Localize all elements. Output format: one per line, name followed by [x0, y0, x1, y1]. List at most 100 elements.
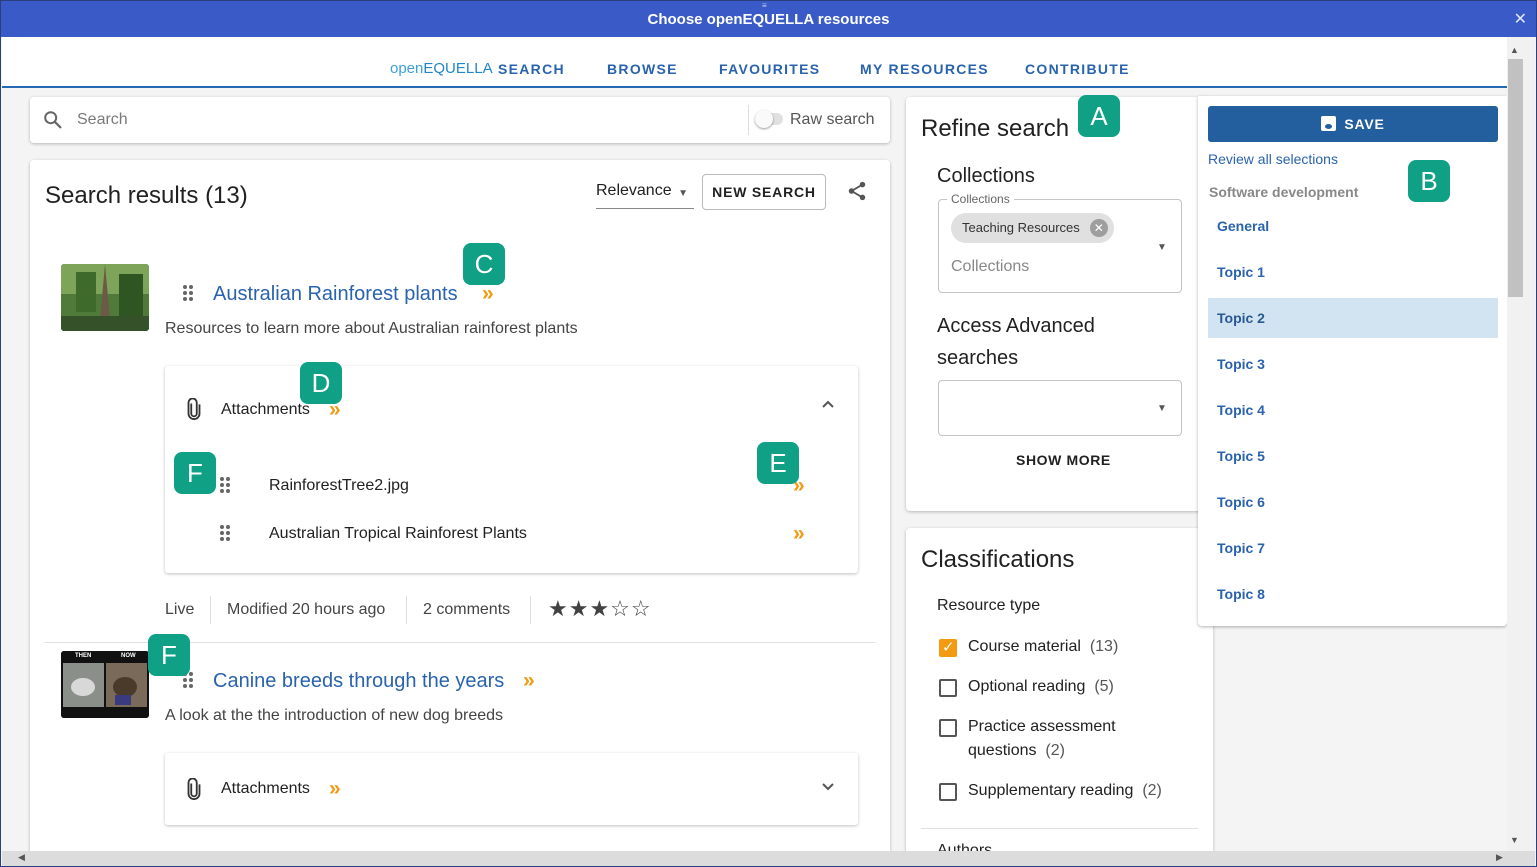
topic-item-general[interactable]: General: [1208, 206, 1498, 246]
classifications-title: Classifications: [921, 546, 1075, 573]
meta-divider: [406, 596, 407, 624]
select-item-chevron-icon[interactable]: »: [523, 669, 534, 693]
remove-chip-icon[interactable]: ✕: [1089, 219, 1108, 237]
select-attachment-chevron-icon[interactable]: »: [793, 522, 804, 546]
checkbox-label: Practice assessment: [968, 715, 1116, 739]
collections-select[interactable]: Collections Teaching Resources ✕ Collect…: [938, 192, 1182, 293]
attachments-label: Attachments: [221, 780, 310, 797]
collections-heading: Collections: [937, 165, 1035, 187]
chevron-down-icon: ▼: [678, 188, 688, 199]
nav-favourites[interactable]: FAVOURITES: [719, 61, 820, 77]
item-title-link[interactable]: Australian Rainforest plants: [213, 283, 458, 306]
search-bar: Search Raw search: [30, 97, 890, 143]
chevron-down-icon[interactable]: ▼: [1157, 403, 1167, 414]
attachments-label: Attachments: [221, 401, 310, 418]
collection-chip: Teaching Resources ✕: [951, 213, 1114, 243]
raw-search-label: Raw search: [790, 111, 875, 128]
option-count: (13): [1089, 638, 1119, 655]
attachment-link[interactable]: RainforestTree2.jpg: [269, 477, 409, 495]
topic-item-2[interactable]: Topic 2: [1208, 298, 1498, 338]
show-more-button[interactable]: SHOW MORE: [1016, 452, 1111, 468]
attachments-panel: Attachments » RainforestTree2.jpg » Aust…: [165, 366, 858, 573]
topic-item-7[interactable]: Topic 7: [1208, 528, 1498, 568]
annotation-badge-f: F: [148, 634, 190, 676]
collections-input[interactable]: Collections: [951, 258, 1029, 276]
thumbnail-text: NOW: [121, 653, 136, 659]
checkbox-supplementary-reading[interactable]: [939, 783, 957, 801]
save-button[interactable]: SAVE: [1208, 106, 1498, 142]
meta-divider: [530, 596, 531, 624]
annotation-badge-f: F: [174, 452, 216, 494]
search-divider: [748, 105, 749, 135]
advanced-searches-select[interactable]: ▼: [938, 380, 1182, 436]
checkbox-label: questions (2): [968, 739, 1065, 763]
item-description: A look at the the introduction of new do…: [165, 707, 504, 724]
scroll-right-icon[interactable]: ▶: [1496, 852, 1503, 863]
advanced-line2: searches: [937, 347, 1019, 369]
save-icon: [1321, 116, 1337, 131]
topic-item-8[interactable]: Topic 8: [1208, 574, 1498, 614]
chevron-down-icon[interactable]: ▼: [1157, 242, 1167, 253]
sort-select[interactable]: Relevance ▼: [596, 182, 694, 209]
advanced-line1: Access Advanced: [937, 315, 1095, 337]
advanced-searches-heading-2: searches: [937, 347, 1018, 370]
search-input[interactable]: Search: [77, 111, 128, 129]
raw-search-toggle[interactable]: [755, 110, 783, 128]
openequella-logo: openEQUELLA: [390, 60, 493, 77]
attachment-link[interactable]: Australian Tropical Rainforest Plants: [269, 525, 527, 543]
option-count: (5): [1094, 678, 1114, 695]
scroll-left-icon[interactable]: ◀: [18, 852, 25, 863]
nav-my-resources[interactable]: MY RESOURCES: [860, 61, 989, 77]
option-label: Course material: [968, 638, 1081, 655]
share-icon[interactable]: [846, 180, 868, 207]
collection-chip-label: Teaching Resources: [962, 220, 1080, 235]
item-thumbnail[interactable]: [61, 264, 149, 331]
drag-handle-icon[interactable]: [220, 477, 232, 495]
scroll-up-icon[interactable]: ▲: [1510, 45, 1519, 55]
drag-handle-icon[interactable]: [220, 525, 232, 543]
new-search-button[interactable]: NEW SEARCH: [702, 174, 826, 210]
top-navigation: openEQUELLA SEARCH BROWSE FAVOURITES MY …: [2, 37, 1507, 88]
close-icon[interactable]: ✕: [1514, 0, 1527, 40]
topic-item-4[interactable]: Topic 4: [1208, 390, 1498, 430]
annotation-badge-a: A: [1078, 95, 1120, 137]
chevron-up-icon[interactable]: [820, 396, 836, 417]
advanced-searches-heading: Access Advanced: [937, 315, 1095, 338]
window-titlebar: ≡ Choose openEQUELLA resources ✕: [0, 0, 1537, 37]
logo-equella-text: EQUELLA: [423, 60, 493, 77]
review-selections-link[interactable]: Review all selections: [1208, 151, 1338, 167]
nav-contribute[interactable]: CONTRIBUTE: [1025, 61, 1130, 77]
topic-item-1[interactable]: Topic 1: [1208, 252, 1498, 292]
select-item-chevron-icon[interactable]: »: [482, 282, 493, 306]
checkbox-practice-assessment[interactable]: [939, 719, 957, 737]
checkbox-optional-reading[interactable]: [939, 679, 957, 697]
nav-browse[interactable]: BROWSE: [607, 61, 678, 77]
checkbox-label: Course material (13): [968, 635, 1118, 659]
vertical-scrollbar[interactable]: ▲ ▼: [1507, 37, 1535, 851]
select-attachments-chevron-icon[interactable]: »: [329, 777, 340, 801]
resource-type-heading: Resource type: [937, 597, 1041, 614]
chevron-down-icon[interactable]: [820, 779, 836, 800]
drag-handle-icon[interactable]: [183, 285, 195, 303]
drag-grip-icon[interactable]: ≡: [762, 2, 768, 10]
option-label: questions: [968, 742, 1037, 759]
collections-legend: Collections: [947, 192, 1014, 206]
item-thumbnail[interactable]: THEN NOW: [61, 651, 149, 718]
checkbox-course-material[interactable]: [939, 638, 957, 657]
save-label: SAVE: [1344, 116, 1385, 132]
horizontal-scrollbar[interactable]: ◀ ▶: [2, 851, 1535, 866]
paperclip-icon: [184, 397, 204, 425]
option-count: (2): [1142, 782, 1162, 799]
topic-item-6[interactable]: Topic 6: [1208, 482, 1498, 522]
item-title-link[interactable]: Canine breeds through the years: [213, 670, 504, 693]
nav-search[interactable]: SEARCH: [498, 61, 565, 77]
scrollbar-thumb[interactable]: [1508, 59, 1523, 297]
comments-link[interactable]: 2 comments: [423, 601, 510, 619]
scroll-down-icon[interactable]: ▼: [1510, 835, 1519, 845]
refine-title: Refine search: [921, 115, 1070, 142]
topic-item-3[interactable]: Topic 3: [1208, 344, 1498, 384]
window-title: Choose openEQUELLA resources: [647, 11, 890, 28]
topic-item-5[interactable]: Topic 5: [1208, 436, 1498, 476]
option-count: (2): [1045, 742, 1065, 759]
meta-divider: [210, 596, 211, 624]
